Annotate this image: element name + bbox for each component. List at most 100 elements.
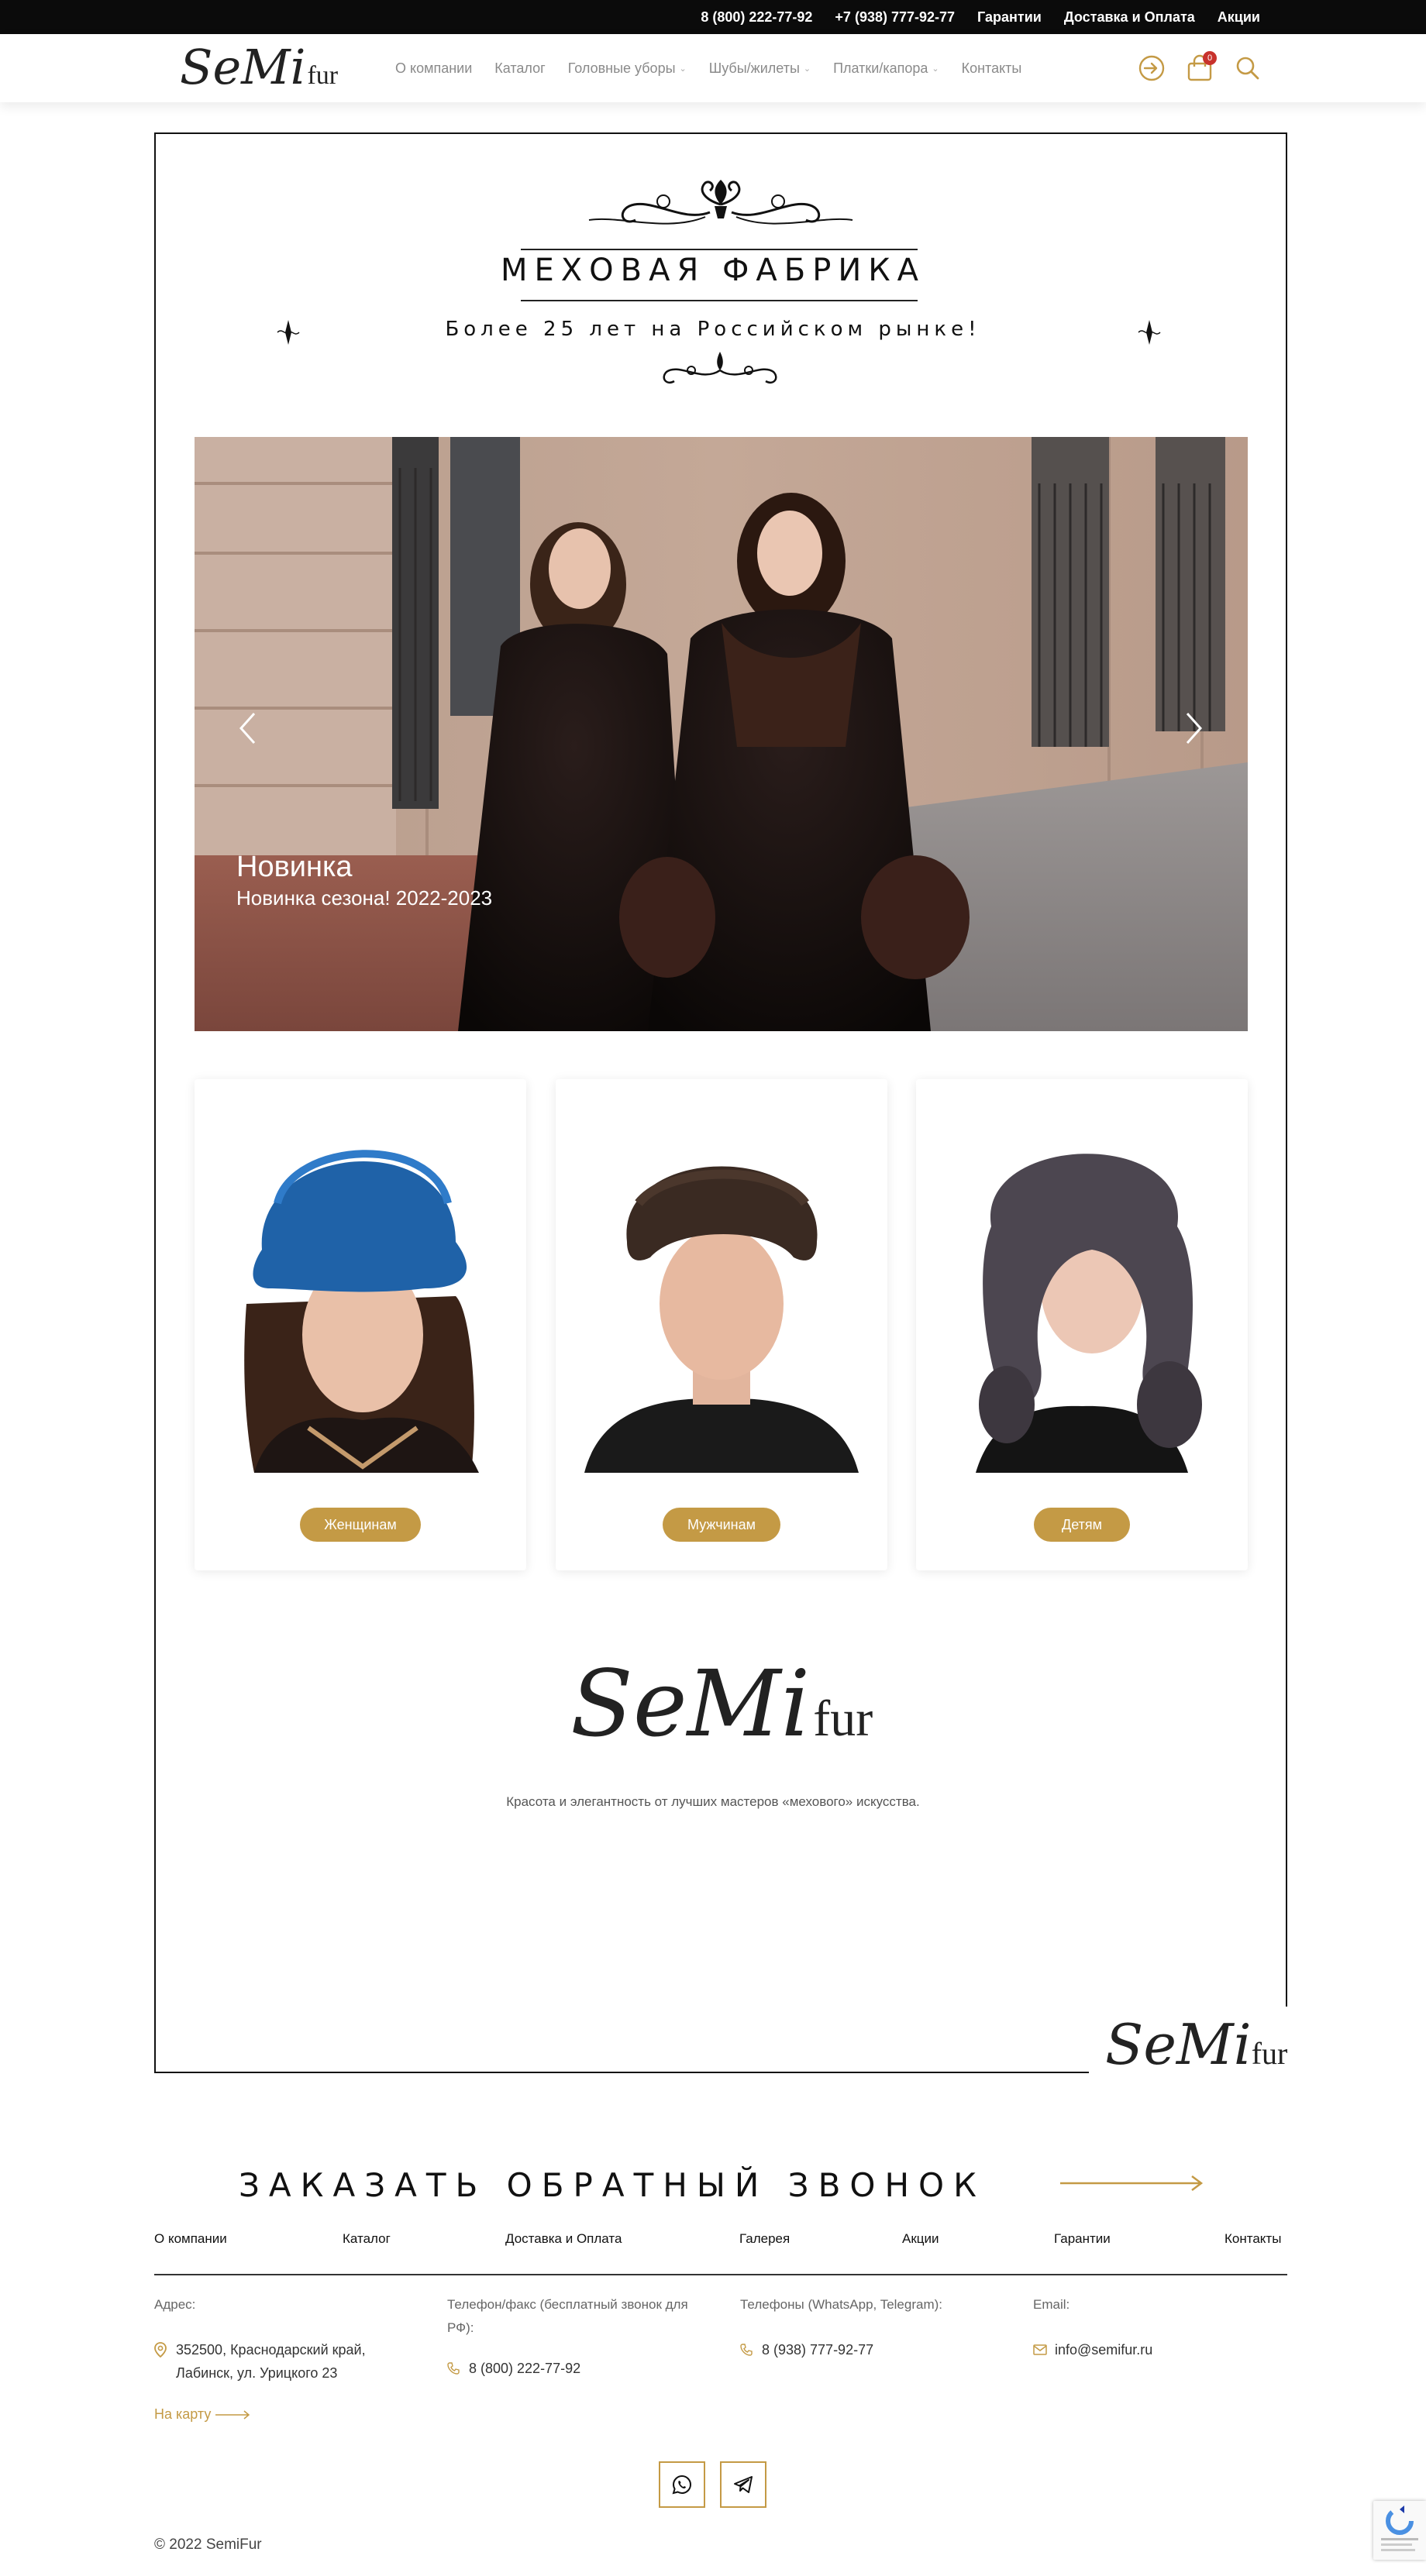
cart-icon[interactable]: 0 (1184, 51, 1217, 84)
men-category-button[interactable]: Мужчинам (663, 1508, 780, 1542)
footer-nav: О компании Каталог Доставка и Оплата Гал… (154, 2231, 1287, 2248)
footer-messengers: Телефоны (WhatsApp, Telegram): 8 (938) 7… (740, 2293, 1004, 2361)
header-logo[interactable]: SeMi fur (180, 39, 338, 98)
nav-item-label: Шубы/жилеты (708, 60, 800, 76)
chevron-down-icon: ⌄ (803, 64, 811, 74)
top-delivery-link[interactable]: Доставка и Оплата (1064, 9, 1195, 26)
recaptcha-icon (1381, 2505, 1418, 2551)
slide-subtitle: Новинка сезона! 2022-2023 (236, 886, 493, 910)
nav-item-shawls[interactable]: Платки/капора ⌄ (833, 60, 939, 77)
page-subtitle: Более 25 лет на Российском рынке! (445, 318, 981, 341)
flourish-ornament-icon (663, 352, 777, 384)
search-icon[interactable] (1232, 53, 1263, 84)
chevron-down-icon: ⌄ (679, 64, 687, 74)
brand-logo-script: SeMi (570, 1650, 811, 1757)
header-logo-script: SeMi (180, 39, 306, 95)
nav-item-label: Платки/капора (833, 60, 928, 76)
email-address: info@semifur.ru (1055, 2342, 1153, 2358)
frame-corner-logo: SeMi fur (1105, 2012, 1287, 2077)
brand-logo: SeMi fur (570, 1658, 873, 1749)
footer-link-company[interactable]: О компании (154, 2231, 227, 2247)
top-promo-link[interactable]: Акции (1218, 9, 1260, 26)
title-rule-top (521, 249, 918, 250)
phone-label-line-2: РФ): (447, 2320, 474, 2335)
nav-item-label: Контакты (961, 60, 1022, 76)
messenger-label: Телефоны (WhatsApp, Telegram): (740, 2297, 942, 2312)
chevron-down-icon: ⌄ (932, 64, 939, 74)
nav-item-coats[interactable]: Шубы/жилеты ⌄ (709, 60, 811, 77)
footer-email: Email: info@semifur.ru (1033, 2293, 1281, 2361)
footer-link-gallery[interactable]: Галерея (739, 2231, 790, 2247)
footer-link-catalog[interactable]: Каталог (343, 2231, 391, 2247)
header-icons: 0 (1136, 34, 1263, 102)
email-value[interactable]: info@semifur.ru (1033, 2338, 1281, 2361)
category-card-kids[interactable]: Детям (916, 1079, 1248, 1570)
nav-item-hats[interactable]: Головные уборы ⌄ (568, 60, 687, 77)
map-link-label: На карту (154, 2406, 212, 2422)
top-guarantees-link[interactable]: Гарантии (977, 9, 1042, 26)
hero-slider[interactable]: Новинка Новинка сезона! 2022-2023 (195, 437, 1248, 1031)
top-bar-links: 8 (800) 222-77-92 +7 (938) 777-92-77 Гар… (701, 0, 1260, 34)
top-phone-free-link[interactable]: 8 (800) 222-77-92 (701, 9, 812, 26)
footer-phone: Телефон/факс (бесплатный звонок для РФ):… (447, 2293, 711, 2380)
category-card-men[interactable]: Мужчинам (556, 1079, 887, 1570)
brand-tagline: Красота и элегантность от лучших мастеро… (506, 1794, 920, 1809)
page-title: МЕХОВАЯ ФАБРИКА (500, 253, 926, 288)
phone-number: 8 (800) 222-77-92 (469, 2361, 581, 2376)
slider-prev-button[interactable] (232, 705, 263, 751)
location-pin-icon (154, 2338, 168, 2361)
slide-title: Новинка (236, 851, 353, 883)
copyright: © 2022 SemiFur (154, 2536, 262, 2553)
footer-link-promo[interactable]: Акции (902, 2231, 939, 2247)
top-bar: 8 (800) 222-77-92 +7 (938) 777-92-77 Гар… (0, 0, 1426, 34)
category-card-women[interactable]: Женщинам (195, 1079, 526, 1570)
chevron-left-icon (239, 712, 256, 745)
recaptcha-badge[interactable] (1373, 2501, 1426, 2560)
telegram-button[interactable] (720, 2461, 766, 2508)
telegram-icon (734, 2476, 753, 2493)
footer-link-contacts[interactable]: Контакты (1224, 2231, 1281, 2247)
frame-logo-script: SeMi (1105, 2012, 1252, 2077)
chevron-right-icon (1186, 712, 1203, 745)
footer-address: Адрес: 352500, Краснодарский край, Лабин… (154, 2293, 410, 2385)
phone-value[interactable]: 8 (800) 222-77-92 (447, 2357, 711, 2380)
footer-link-guarantees[interactable]: Гарантии (1054, 2231, 1111, 2247)
callback-request-button[interactable]: ЗАКАЗАТЬ ОБРАТНЫЙ ЗВОНОК (239, 2166, 986, 2204)
address-line-1: 352500, Краснодарский край, (176, 2342, 366, 2358)
header-logo-fur: fur (307, 61, 339, 90)
frame-logo-fur: fur (1251, 2036, 1288, 2071)
arrow-right-icon[interactable] (1060, 2174, 1204, 2193)
top-phone-mobile-link[interactable]: +7 (938) 777-92-77 (835, 9, 955, 26)
main-nav: О компании Каталог Головные уборы ⌄ Шубы/… (395, 34, 1021, 102)
flourish-ornament-icon (588, 180, 853, 225)
nav-item-catalog[interactable]: Каталог (494, 60, 545, 77)
address-line-2: Лабинск, ул. Урицкого 23 (176, 2365, 338, 2381)
site-header: SeMi fur О компании Каталог Головные убо… (0, 34, 1426, 102)
phone-icon (447, 2357, 461, 2380)
women-category-button[interactable]: Женщинам (300, 1508, 421, 1542)
nav-item-company[interactable]: О компании (395, 60, 472, 77)
hero-slide-image (195, 437, 1248, 1031)
category-image-men (584, 1110, 859, 1473)
title-rule-bottom (521, 300, 918, 301)
whatsapp-button[interactable] (659, 2461, 705, 2508)
brand-logo-fur: fur (813, 1690, 873, 1747)
footer-link-delivery[interactable]: Доставка и Оплата (505, 2231, 622, 2247)
diamond-ornament-icon (1138, 320, 1161, 345)
nav-item-contacts[interactable]: Контакты (962, 60, 1022, 77)
kids-category-button[interactable]: Детям (1034, 1508, 1130, 1542)
phone-icon (740, 2338, 754, 2361)
nav-item-label: О компании (395, 60, 473, 76)
address-label: Адрес: (154, 2297, 196, 2312)
slider-next-button[interactable] (1179, 705, 1210, 751)
footer-divider (154, 2274, 1287, 2275)
cart-count-badge: 0 (1203, 51, 1217, 65)
category-image-women (223, 1110, 498, 1473)
diamond-ornament-icon (277, 320, 300, 345)
messenger-number: 8 (938) 777-92-77 (762, 2342, 874, 2358)
map-link[interactable]: На карту (154, 2406, 251, 2423)
phone-label-line-1: Телефон/факс (бесплатный звонок для (447, 2297, 688, 2312)
login-icon[interactable] (1136, 53, 1167, 84)
nav-item-label: Головные уборы (567, 60, 676, 76)
messenger-value[interactable]: 8 (938) 777-92-77 (740, 2338, 1004, 2361)
